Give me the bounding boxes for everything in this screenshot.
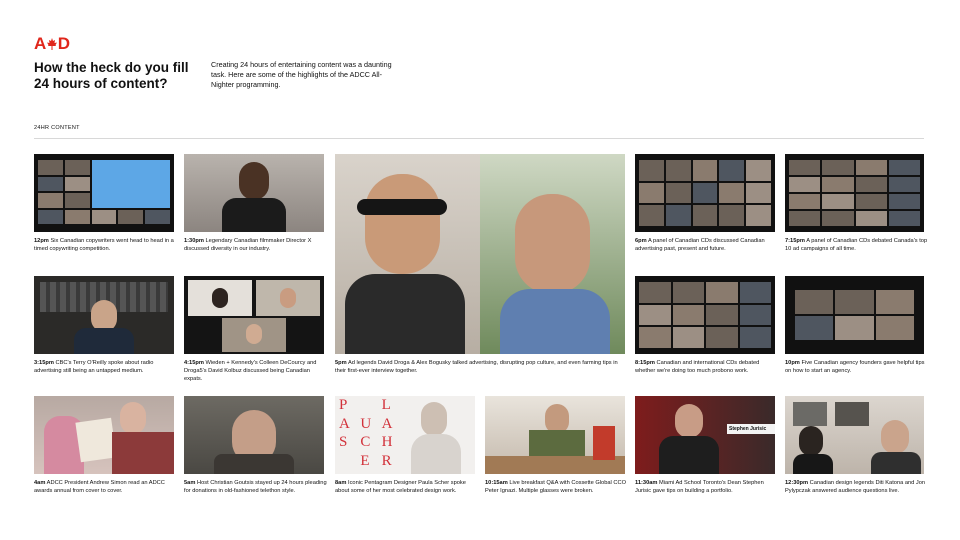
- caption: 11:30am Miami Ad School Toronto's Dean S…: [635, 480, 764, 494]
- thumbnail-expats: [184, 276, 324, 354]
- caption: 8am Iconic Pentagram Designer Paula Sche…: [335, 480, 466, 494]
- caption: 8:15pm Canadian and international CDs de…: [635, 360, 760, 374]
- scher-lettering: PL AUA SCH ER: [339, 397, 393, 469]
- thumbnail-cd-panel: [635, 154, 775, 232]
- thumbnail-peter-ignazi: [485, 396, 625, 474]
- thumbnail-droga-bogusky: [335, 154, 625, 354]
- maple-leaf-icon: [46, 38, 57, 50]
- caption: 4am ADCC President Andrew Simon read an …: [34, 480, 165, 494]
- thumbnail-terry-oreilly: [34, 276, 174, 354]
- logo-letter-a: A: [34, 34, 46, 53]
- caption: 10pm Five Canadian agency founders gave …: [785, 360, 925, 374]
- caption: 3:15pm CBC's Terry O'Reilly spoke about …: [34, 360, 154, 374]
- thumbnail-christian-goutsis: [184, 396, 324, 474]
- caption: 12pm Six Canadian copywriters went head …: [34, 238, 174, 252]
- caption: 10:15am Live breakfast Q&A with Cossette…: [485, 480, 627, 494]
- divider: [34, 138, 924, 139]
- caption: 7:15pm A panel of Canadian CDs debated C…: [785, 238, 928, 252]
- caption: 1:30pm Legendary Canadian filmmaker Dire…: [184, 238, 312, 252]
- caption: 12:30pm Canadian design legends Diti Kat…: [785, 480, 926, 494]
- thumbnail-director-x: [184, 154, 324, 232]
- caption: 6pm A panel of Canadian CDs discussed Ca…: [635, 238, 765, 252]
- thumbnail-andrew-simon: [34, 396, 174, 474]
- intro-text: Creating 24 hours of entertaining conten…: [211, 60, 392, 89]
- thumbnail-agency-founders: [785, 276, 924, 354]
- thumbnail-copywriters: [34, 154, 174, 232]
- page-headline: How the heck do you fill 24 hours of con…: [34, 60, 189, 91]
- name-overlay: Stephen Jurisic: [727, 424, 775, 434]
- thumbnail-top10-panel: [785, 154, 924, 232]
- caption: 5pm Ad legends David Droga & Alex Bogusk…: [335, 360, 618, 374]
- caption: 5am Host Christian Goutsis stayed up 24 …: [184, 480, 327, 494]
- caption: 4:15pm Wieden + Kennedy's Colleen DeCour…: [184, 360, 317, 382]
- section-label: 24HR CONTENT: [34, 125, 80, 131]
- logo-letter-d: D: [57, 34, 70, 53]
- thumbnail-stephen-jurisic: Stephen Jurisic: [635, 396, 775, 474]
- thumbnail-paula-scher: PL AUA SCH ER: [335, 396, 475, 474]
- adcc-logo: AD: [34, 34, 70, 54]
- thumbnail-katona-pylypczak: [785, 396, 924, 474]
- thumbnail-probono-debate: [635, 276, 775, 354]
